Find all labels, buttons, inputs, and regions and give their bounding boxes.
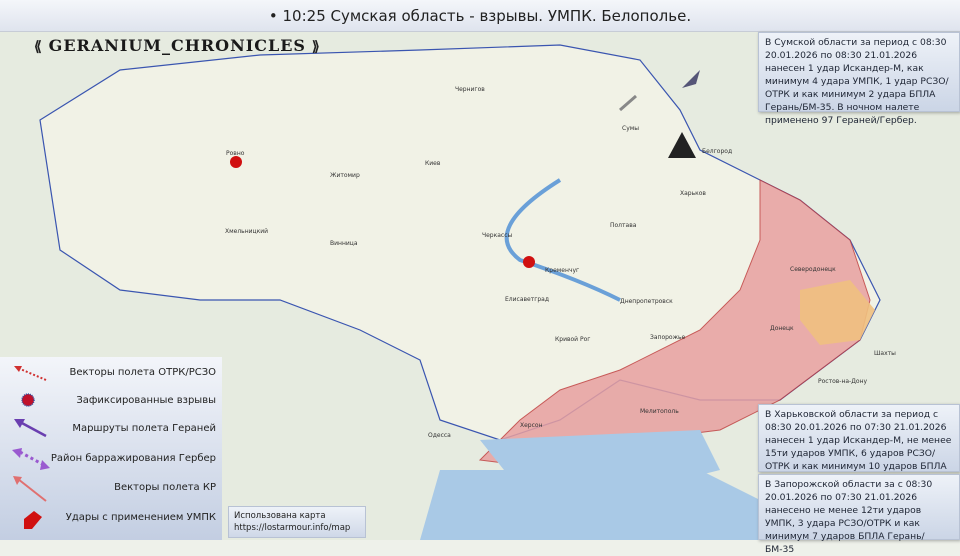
sumy-report: В Сумской области за период с 08:30 20.0… bbox=[758, 32, 960, 126]
credit-label: Использована карта bbox=[234, 511, 326, 521]
legend-item: Векторы полета КР bbox=[0, 472, 222, 502]
dotted-purple-double-arrow-icon bbox=[12, 448, 50, 470]
city-label: Днепропетровск bbox=[620, 298, 673, 305]
city-label: Сумы bbox=[622, 125, 640, 132]
city-label: Ровно bbox=[226, 150, 245, 157]
red-bomb-icon bbox=[24, 511, 42, 529]
city-label: Харьков bbox=[680, 190, 706, 197]
page-title: • 10:25 Сумская область - взрывы. УМПК. … bbox=[268, 6, 692, 25]
pink-arrow-icon bbox=[13, 476, 47, 502]
credit-link[interactable]: https://lostarmour.info/map bbox=[234, 522, 360, 534]
city-label: Белгород bbox=[702, 148, 733, 155]
city-label: Черкассы bbox=[482, 232, 513, 239]
city-label: Северодонецк bbox=[790, 266, 836, 273]
title-bar: • 10:25 Сумская область - взрывы. УМПК. … bbox=[0, 0, 960, 32]
dotted-red-arrow-icon bbox=[14, 366, 47, 381]
city-label: Кривой Рог bbox=[555, 336, 591, 343]
legend-item: Удары с применением УМПК bbox=[0, 502, 222, 532]
legend-item: Векторы полета ОТРК/РСЗО bbox=[0, 357, 222, 387]
explosion-icon bbox=[21, 393, 35, 407]
city-label: Хмельницкий bbox=[225, 228, 269, 235]
purple-arrow-icon bbox=[14, 419, 47, 438]
city-label: Елисаветград bbox=[505, 296, 550, 303]
logo: ⟪ GERANIUM_CHRONICLES ⟫ bbox=[34, 36, 321, 55]
city-label: Донецк bbox=[770, 325, 794, 332]
city-label: Запорожье bbox=[650, 334, 686, 341]
map-credit: Использована карта https://lostarmour.inf… bbox=[228, 506, 366, 538]
city-label: Херсон bbox=[520, 422, 543, 429]
city-label: Шахты bbox=[874, 350, 896, 357]
city-label: Полтава bbox=[610, 222, 637, 229]
city-label: Винница bbox=[330, 240, 358, 247]
city-label: Кременчуг bbox=[545, 267, 580, 274]
city-label: Житомир bbox=[330, 172, 360, 179]
zaporizhzhia-report: В Запорожской области за с 08:30 20.01.2… bbox=[758, 474, 960, 555]
city-label: Мелитополь bbox=[640, 408, 679, 415]
city-label: Ростов-на-Дону bbox=[818, 378, 868, 385]
legend-item: Маршруты полета Гераней bbox=[0, 413, 222, 443]
city-label: Чернигов bbox=[455, 86, 485, 93]
legend-item: Зафиксированные взрывы bbox=[0, 385, 222, 415]
legend-item: Район барражирования Гербер bbox=[0, 443, 222, 473]
black-sea bbox=[420, 470, 760, 540]
city-label: Киев bbox=[425, 160, 441, 167]
legend: Векторы полета ОТРК/РСЗО Зафиксированные… bbox=[0, 357, 222, 540]
kharkiv-report: В Харьковской области за период с 08:30 … bbox=[758, 404, 960, 485]
city-label: Одесса bbox=[428, 432, 451, 439]
